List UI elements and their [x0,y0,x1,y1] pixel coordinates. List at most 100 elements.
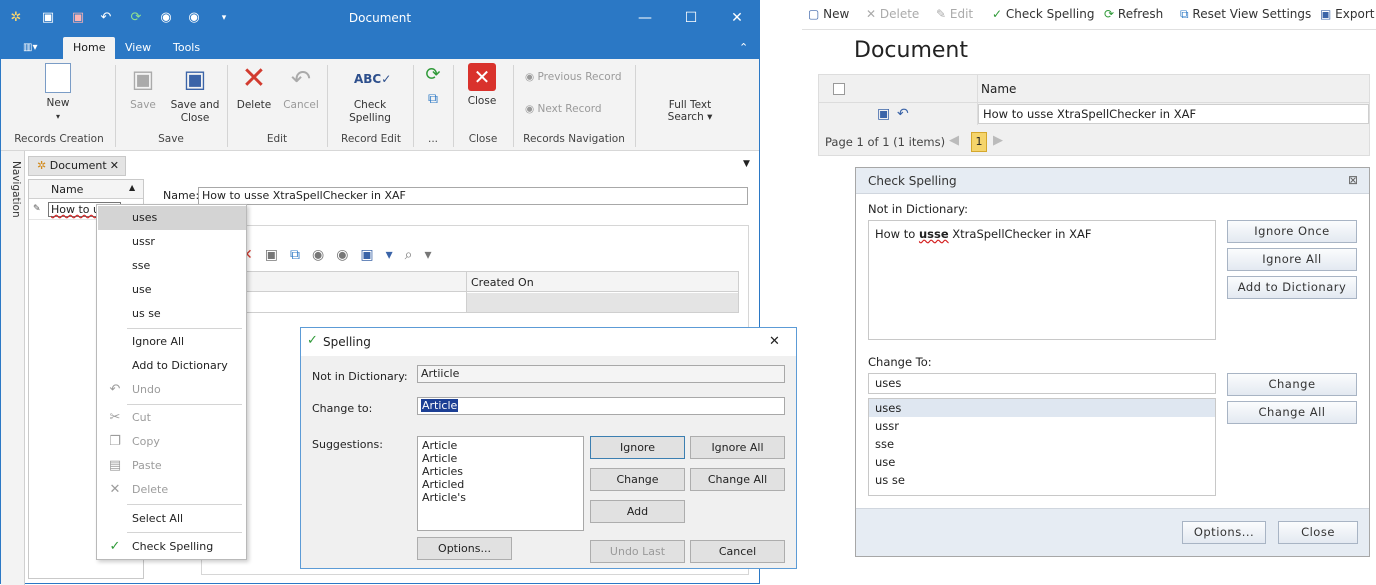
menu-item-paste[interactable]: ▤ Paste [98,454,246,478]
column-created-on[interactable]: Created On [471,276,534,289]
search-icon[interactable]: ⌕▾ [405,247,444,263]
next-record-button[interactable]: ◉ Next Record [525,103,602,115]
tab-dropdown-icon[interactable]: ▼ [743,159,750,169]
misspelled-word[interactable]: usse [919,227,949,241]
options-button[interactable]: Options... [417,537,512,560]
new-button[interactable]: New ▾ [31,63,85,123]
change-to-field[interactable]: Article [417,397,785,415]
list-item[interactable]: Articles [422,465,579,478]
collapse-ribbon-icon[interactable]: ⌃ [729,37,758,59]
undo-icon[interactable]: ↶ [897,106,909,122]
current-page[interactable]: 1 [971,132,987,152]
menu-item-copy[interactable]: ❐ Copy [98,430,246,454]
full-text-search-button[interactable]: Full Text Search ▾ [651,99,729,123]
export-button[interactable]: ▣ Export [1320,7,1374,21]
divider [327,65,328,147]
menu-item-suggestion[interactable]: sse [98,254,246,278]
link-icon[interactable]: ▣ [265,247,290,263]
list-item[interactable]: sse [869,435,1215,453]
change-button[interactable]: Change [1227,373,1357,396]
menu-item-suggestion[interactable]: uses [98,206,246,230]
menu-item-select-all[interactable]: Select All [98,507,246,531]
tab-home[interactable]: Home [63,37,116,59]
minimize-icon[interactable]: — [627,7,663,29]
prev-page-icon[interactable]: ◀ [949,133,959,148]
name-field[interactable]: How to usse XtraSpellChecker in XAF [198,187,748,205]
save-icon[interactable]: ▣▾ [360,247,404,263]
menu-item-suggestion[interactable]: ussr [98,230,246,254]
prev-icon[interactable]: ◉ [312,247,336,263]
options-button[interactable]: Options... [1182,521,1266,544]
scissors-icon: ✂ [109,410,121,425]
undo-icon: ↶ [109,382,121,397]
ignore-button[interactable]: Ignore [590,436,685,459]
reset-view-settings-button[interactable]: ⧉ Reset View Settings [1180,7,1311,22]
file-menu-icon[interactable]: ▥▾ [13,37,47,59]
next-icon[interactable]: ◉ [336,247,360,263]
tab-tools[interactable]: Tools [163,37,210,59]
next-page-icon[interactable]: ▶ [993,133,1003,148]
select-all-checkbox[interactable] [833,83,845,95]
close-icon[interactable]: ✕ [719,7,755,29]
list-item[interactable]: Articled [422,478,579,491]
menu-item-delete[interactable]: ✕ Delete [98,478,246,502]
ignore-all-button[interactable]: Ignore All [1227,248,1357,271]
cancel-button[interactable]: ↶ Cancel [281,63,321,112]
change-to-field[interactable]: uses [868,373,1216,394]
open-window-icon[interactable]: ⧉ [290,247,312,263]
tab-view[interactable]: View [115,37,161,59]
ignore-once-button[interactable]: Ignore Once [1227,220,1357,243]
edit-icon: ✎ [936,7,947,21]
ignore-all-button[interactable]: Ignore All [690,436,785,459]
menu-item-check-spelling[interactable]: ✓ Check Spelling [98,535,246,559]
sentence-box[interactable]: How to usse XtraSpellChecker in XAF [868,220,1216,340]
add-to-dictionary-button[interactable]: Add to Dictionary [1227,276,1357,299]
list-item[interactable]: Article's [422,491,579,504]
close-icon[interactable]: ⊠ [1348,173,1358,187]
menu-item-cut[interactable]: ✂ Cut [98,406,246,430]
change-button[interactable]: Change [590,468,685,491]
previous-record-button[interactable]: ◉ Previous Record [525,71,622,83]
grid-row-name[interactable]: How to usse XtraSpellChecker in XAF [978,104,1369,124]
save-button[interactable]: ▣ Save [125,63,161,112]
navigation-label[interactable]: Navigation [4,161,22,241]
list-item[interactable]: use [869,453,1215,471]
list-item[interactable]: Article [422,452,579,465]
table-row[interactable] [467,293,738,312]
save-icon[interactable]: ▣ [877,106,890,122]
refresh-button[interactable]: ⟳ ⧉ [421,65,445,113]
list-item[interactable]: us se [869,471,1215,489]
close-button[interactable]: Close [1278,521,1358,544]
menu-item-suggestion[interactable]: us se [98,302,246,326]
menu-item-ignore-all[interactable]: Ignore All [98,330,246,354]
column-name[interactable]: Name [981,82,1016,96]
menu-item-undo[interactable]: ↶ Undo [98,378,246,402]
change-all-button[interactable]: Change All [1227,401,1357,424]
edit-button[interactable]: ✎ Edit [936,7,973,21]
suggestions-list[interactable]: Article Article Articles Articled Articl… [417,436,584,531]
refresh-button[interactable]: ⟳ Refresh [1104,7,1163,21]
close-tab-icon[interactable]: ✕ [110,157,119,175]
change-all-button[interactable]: Change All [690,468,785,491]
list-item[interactable]: ussr [869,417,1215,435]
undo-last-button[interactable]: Undo Last [590,540,685,563]
check-spelling-button[interactable]: ABC✓ Check Spelling [343,63,397,125]
not-in-dictionary-field[interactable]: Artiicle [417,365,785,383]
save-and-close-button[interactable]: ▣ Save and Close [169,63,221,125]
suggestions-list[interactable]: uses ussr sse use us se [868,398,1216,496]
document-tab[interactable]: ✲ Document ✕ [28,156,126,176]
close-button[interactable]: ✕ Close [461,63,503,108]
list-item[interactable]: uses [869,399,1215,417]
add-button[interactable]: Add [590,500,685,523]
list-item[interactable]: Article [422,439,579,452]
column-name[interactable]: Name [51,183,83,196]
delete-button[interactable]: ✕ Delete [866,7,919,21]
cancel-button[interactable]: Cancel [690,540,785,563]
maximize-icon[interactable]: ☐ [673,7,709,29]
new-button[interactable]: ▢ New [808,7,849,21]
delete-button[interactable]: ✕ Delete [235,63,273,112]
menu-item-suggestion[interactable]: use [98,278,246,302]
menu-item-add-to-dictionary[interactable]: Add to Dictionary [98,354,246,378]
close-icon[interactable]: ✕ [769,334,780,349]
check-spelling-button[interactable]: ✓ Check Spelling [992,7,1094,21]
